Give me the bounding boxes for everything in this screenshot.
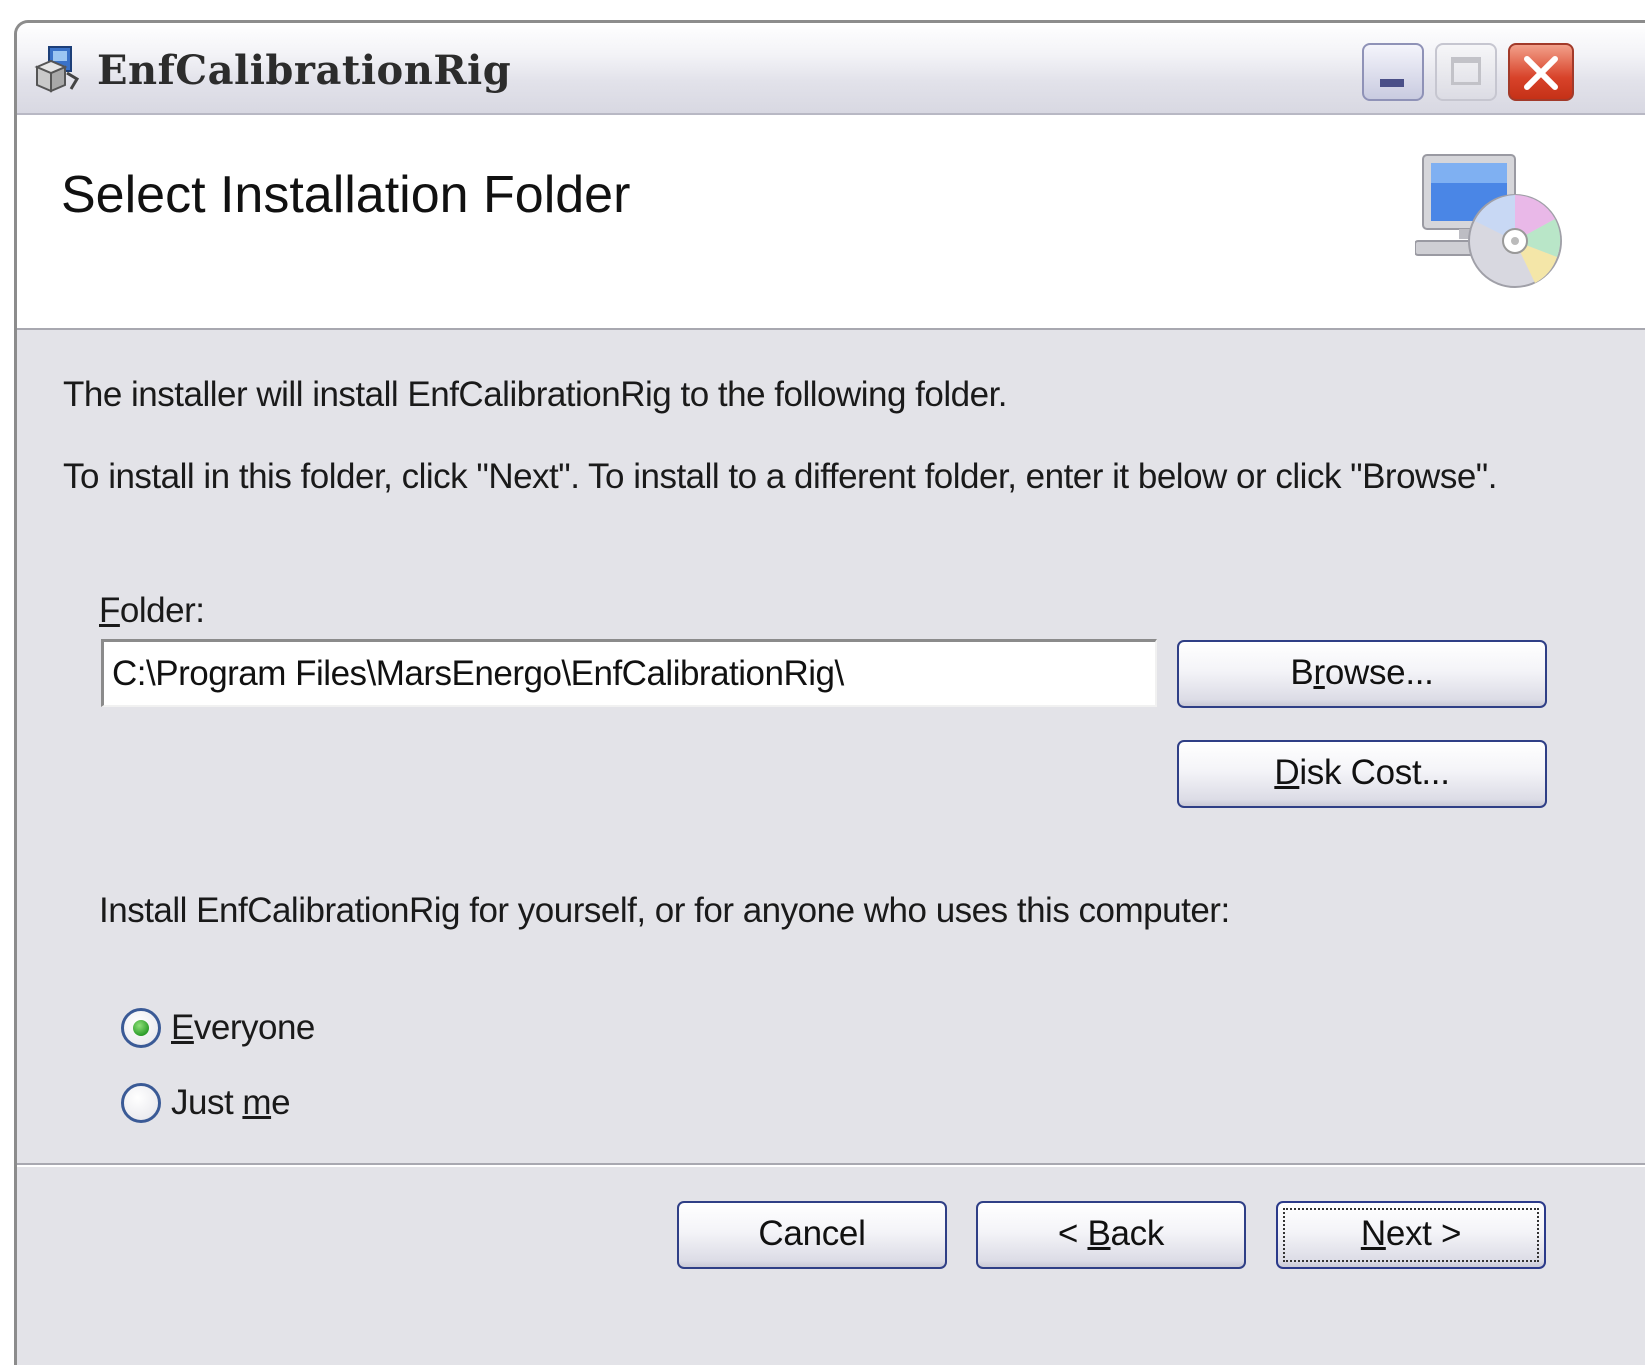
installer-window: EnfCalibrationRig Select Installation Fo… xyxy=(14,20,1645,1365)
title-bar[interactable]: EnfCalibrationRig xyxy=(17,23,1645,115)
computer-disc-icon xyxy=(1415,154,1562,288)
browse-label-post: owse... xyxy=(1324,653,1434,692)
radio-just-me-label[interactable]: Just me xyxy=(171,1083,291,1123)
disk-cost-button[interactable]: Disk Cost... xyxy=(1177,740,1547,808)
back-button[interactable]: < Back xyxy=(976,1201,1246,1269)
header-banner: Select Installation Folder xyxy=(17,115,1645,330)
back-label-pre: < xyxy=(1057,1214,1088,1253)
minimize-button[interactable] xyxy=(1362,43,1424,101)
radio-just-me-post: e xyxy=(271,1083,291,1122)
browse-label-pre: B xyxy=(1290,653,1314,692)
footer-divider xyxy=(17,1163,1645,1167)
installer-app-icon xyxy=(34,46,80,93)
disk-cost-label-accel: D xyxy=(1274,753,1300,792)
radio-just-me-accel: m xyxy=(242,1083,272,1122)
next-label-accel: N xyxy=(1360,1214,1386,1253)
cancel-button[interactable]: Cancel xyxy=(677,1201,947,1269)
disk-cost-label-post: isk Cost... xyxy=(1299,753,1450,792)
browse-button[interactable]: Browse... xyxy=(1177,640,1547,708)
radio-just-me-pre: Just xyxy=(171,1083,243,1122)
back-label-post: ack xyxy=(1110,1214,1165,1253)
radio-everyone-rest: veryone xyxy=(193,1008,316,1047)
folder-label-rest: older: xyxy=(119,591,205,630)
next-button[interactable]: Next > xyxy=(1276,1201,1546,1269)
intro-text: The installer will install EnfCalibratio… xyxy=(63,375,1008,414)
radio-just-me[interactable]: Just me xyxy=(121,1078,291,1128)
maximize-button[interactable] xyxy=(1435,43,1497,101)
window-title: EnfCalibrationRig xyxy=(97,47,512,94)
folder-path-input[interactable] xyxy=(101,639,1157,707)
install-for-text: Install EnfCalibrationRig for yourself, … xyxy=(99,891,1230,930)
next-label-post: ext > xyxy=(1385,1214,1462,1253)
radio-everyone-label[interactable]: Everyone xyxy=(171,1008,315,1048)
radio-just-me-indicator[interactable] xyxy=(121,1083,161,1123)
close-icon xyxy=(1524,56,1558,90)
close-button[interactable] xyxy=(1508,43,1574,101)
instructions-text: To install in this folder, click "Next".… xyxy=(63,457,1497,496)
back-label-accel: B xyxy=(1087,1214,1111,1253)
page-title: Select Installation Folder xyxy=(61,166,631,224)
radio-everyone-accel: E xyxy=(171,1008,194,1047)
folder-label-accel: F xyxy=(99,591,120,630)
radio-everyone-indicator[interactable] xyxy=(121,1008,161,1048)
browse-label-accel: r xyxy=(1313,653,1325,692)
radio-everyone[interactable]: Everyone xyxy=(121,1003,315,1053)
folder-label: Folder: xyxy=(99,591,205,631)
